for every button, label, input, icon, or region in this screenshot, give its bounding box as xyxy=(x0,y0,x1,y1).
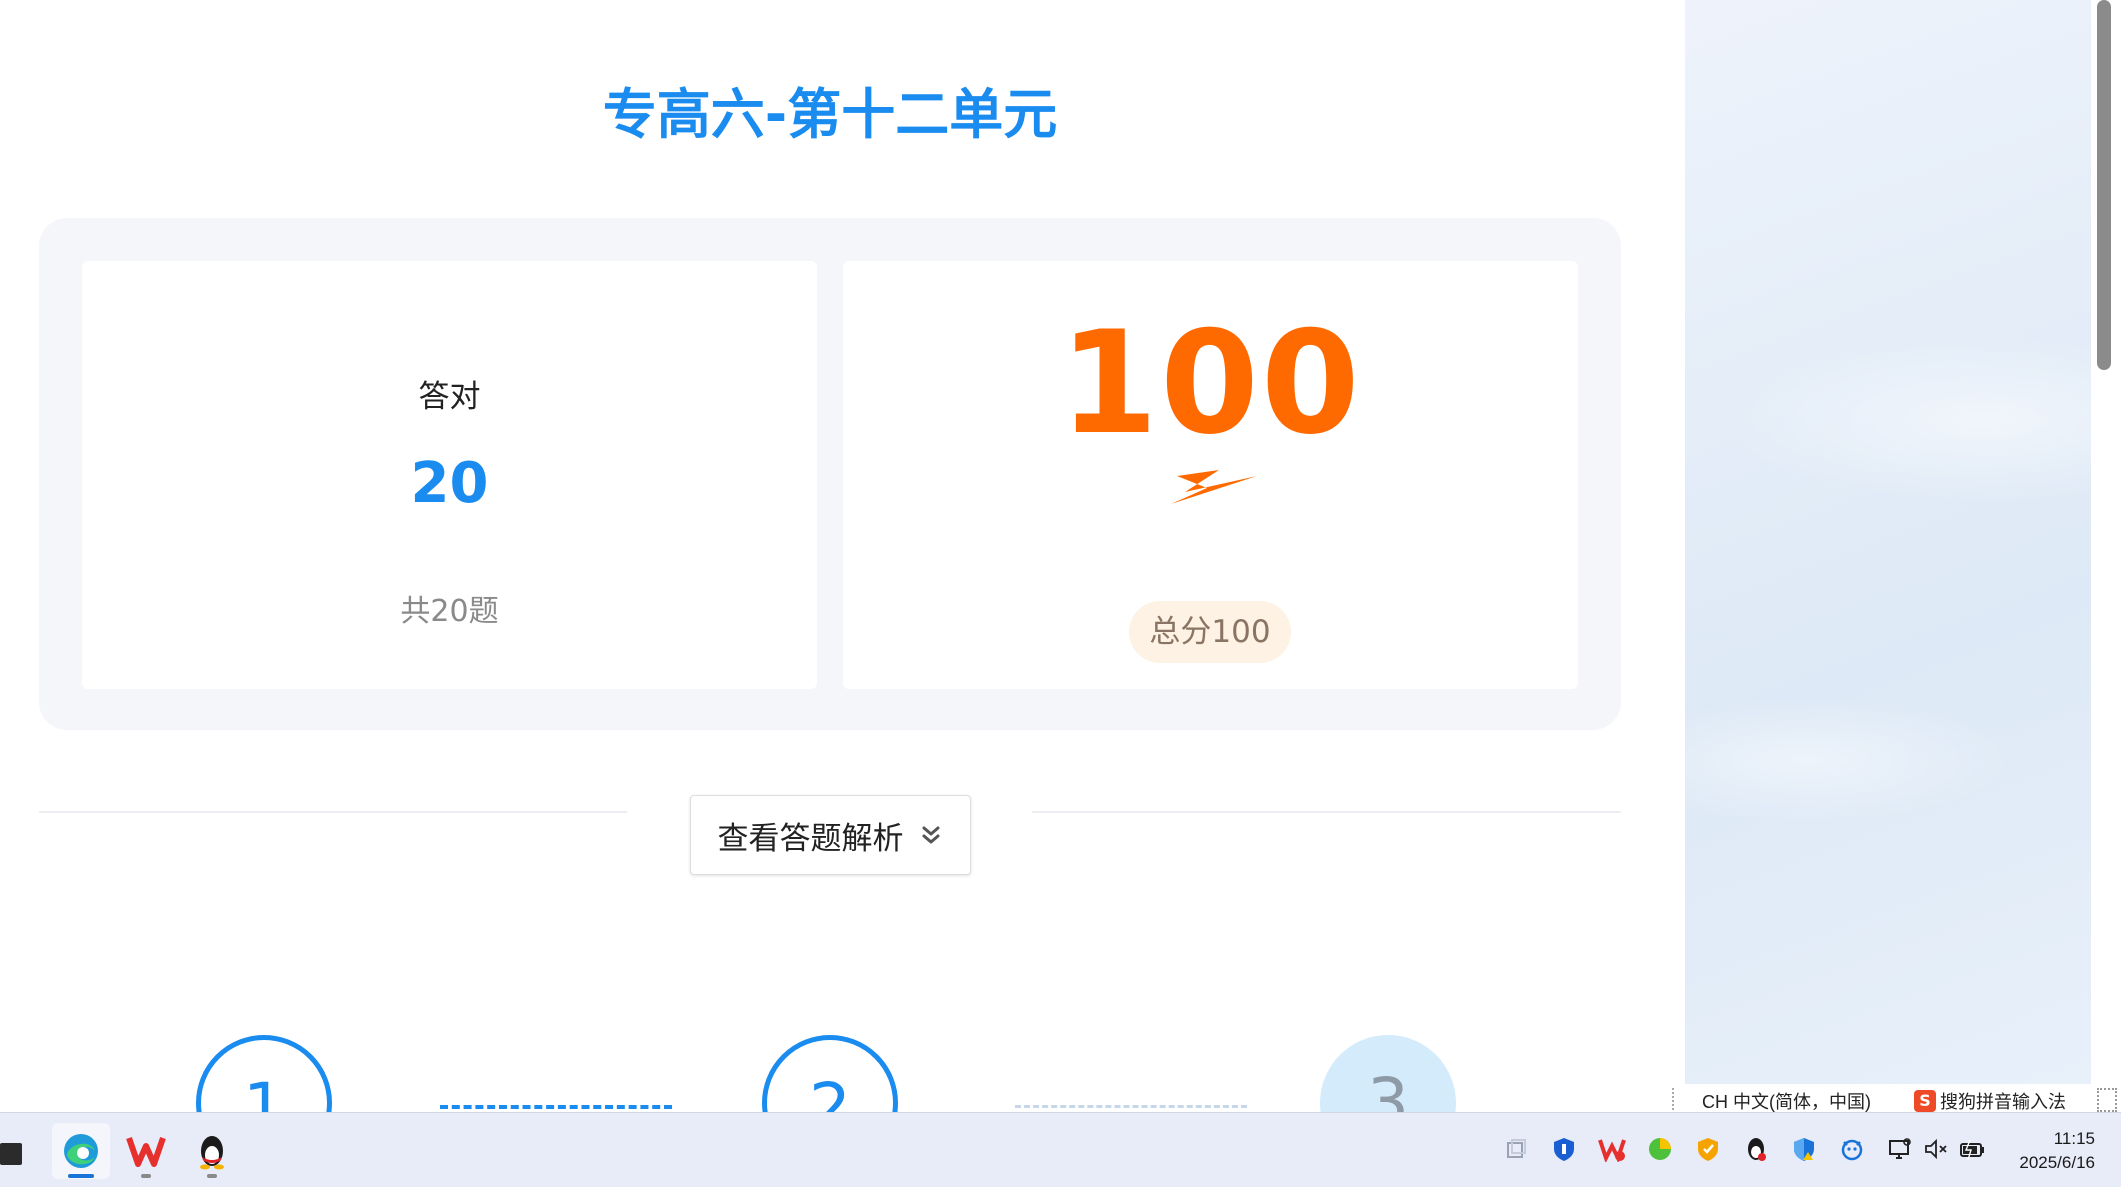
correct-card: 答对 20 共20题 xyxy=(82,261,817,689)
ime-options-icon[interactable] xyxy=(2097,1088,2117,1112)
edge-icon xyxy=(64,1134,98,1168)
antivirus-icon[interactable] xyxy=(1598,1135,1626,1163)
main-content: 专高六-第十二单元 答对 20 共20题 100 总分100 查看答题解析 1 … xyxy=(0,0,1685,1112)
correct-count: 20 xyxy=(410,451,489,516)
qq-icon xyxy=(200,1136,224,1170)
taskbar-app-wps[interactable] xyxy=(117,1123,175,1179)
view-analysis-button[interactable]: 查看答题解析 xyxy=(690,795,971,875)
score-card: 100 总分100 xyxy=(843,261,1578,689)
step-3: 3 xyxy=(1320,1035,1456,1112)
active-indicator xyxy=(68,1174,94,1178)
360-icon[interactable] xyxy=(1646,1135,1674,1163)
taskbar-app-edge[interactable] xyxy=(52,1123,110,1179)
taskbar-app-qq[interactable] xyxy=(183,1123,241,1179)
divider-right xyxy=(1032,811,1621,813)
battery-icon[interactable] xyxy=(1958,1135,1986,1163)
correct-label: 答对 xyxy=(418,379,481,415)
ime-method-label: 搜狗拼音输入法 xyxy=(1940,1092,2066,1113)
divider-left xyxy=(39,811,627,813)
view-analysis-label: 查看答题解析 xyxy=(717,820,904,857)
total-score-badge: 总分100 xyxy=(1129,601,1291,663)
scrollbar-thumb[interactable] xyxy=(2097,0,2111,370)
volume-muted-icon[interactable] xyxy=(1922,1135,1950,1163)
qq-tray-icon[interactable] xyxy=(1742,1135,1770,1163)
score-value: 100 xyxy=(1059,301,1362,466)
taskbar: 11:15 2025/6/16 xyxy=(0,1112,2121,1187)
shield-badge-icon[interactable] xyxy=(1694,1135,1722,1163)
page-title: 专高六-第十二单元 xyxy=(602,83,1058,146)
task-view-icon[interactable] xyxy=(1502,1135,1530,1163)
running-indicator xyxy=(207,1174,217,1178)
ime-method[interactable]: S 搜狗拼音输入法 xyxy=(1914,1088,2066,1114)
defender-icon[interactable] xyxy=(1790,1135,1818,1163)
wps-icon xyxy=(126,1137,166,1167)
clock-date: 2025/6/16 xyxy=(2019,1153,2095,1172)
ime-bar: CH 中文(简体，中国) S 搜狗拼音输入法 xyxy=(1662,1084,2121,1114)
step-connector-1 xyxy=(440,1105,672,1109)
system-clock[interactable]: 11:15 2025/6/16 xyxy=(2019,1127,2095,1175)
step-2: 2 xyxy=(762,1035,898,1112)
ime-language[interactable]: CH 中文(简体，中国) xyxy=(1702,1088,1871,1114)
double-chevron-down-icon xyxy=(922,826,939,844)
sogou-icon: S xyxy=(1914,1090,1936,1112)
network-speed-icon[interactable] xyxy=(1838,1135,1866,1163)
ime-drag-handle[interactable] xyxy=(1672,1088,1676,1110)
start-menu-icon[interactable] xyxy=(0,1143,22,1165)
display-icon[interactable] xyxy=(1886,1135,1914,1163)
step-connector-2 xyxy=(1015,1105,1247,1108)
security-shield-icon[interactable] xyxy=(1550,1135,1578,1163)
result-panel: 答对 20 共20题 100 总分100 xyxy=(39,218,1621,730)
score-underline-mark-icon xyxy=(1171,470,1257,504)
step-1: 1 xyxy=(196,1035,332,1112)
clock-time: 11:15 xyxy=(2053,1129,2095,1148)
desktop-wallpaper xyxy=(1685,0,2091,1084)
running-indicator xyxy=(141,1174,151,1178)
total-questions: 共20题 xyxy=(400,594,499,629)
